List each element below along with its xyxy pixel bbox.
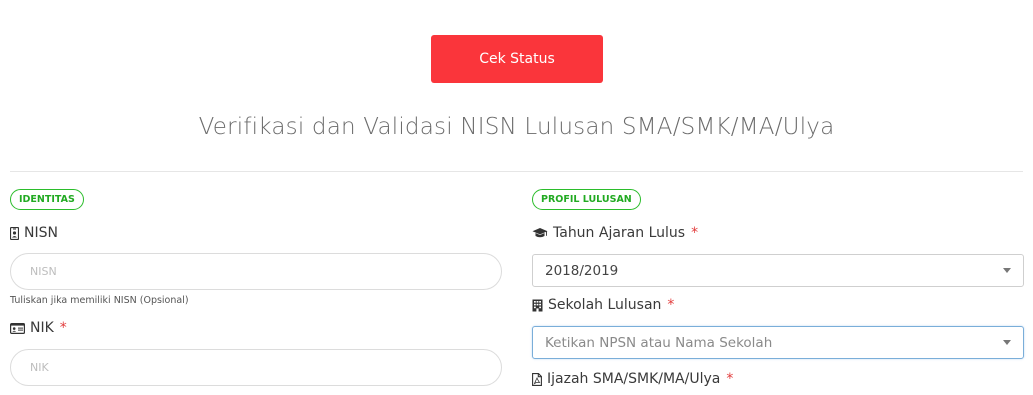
graduation-cap-icon — [532, 227, 548, 239]
ijazah-label-text: Ijazah SMA/SMK/MA/Ulya — [547, 371, 721, 387]
nisn-placeholder: NISN — [30, 265, 57, 278]
chevron-down-icon — [1003, 340, 1011, 345]
id-card-icon — [10, 322, 25, 334]
chevron-down-icon — [1003, 268, 1011, 273]
divider — [10, 171, 1023, 172]
nisn-helper-text: Tuliskan jika memiliki NISN (Opsional) — [10, 295, 189, 306]
required-marker: * — [667, 297, 675, 313]
ijazah-label: Ijazah SMA/SMK/MA/Ulya * — [532, 371, 733, 387]
sekolah-lulusan-placeholder: Ketikan NPSN atau Nama Sekolah — [545, 334, 773, 351]
identitas-badge: IDENTITAS — [10, 189, 84, 210]
nik-input[interactable]: NIK — [10, 349, 502, 386]
required-marker: * — [726, 371, 734, 387]
id-badge-icon — [10, 226, 19, 240]
nisn-input[interactable]: NISN — [10, 253, 502, 290]
nik-label: NIK * — [10, 320, 67, 336]
nik-label-text: NIK — [30, 320, 54, 336]
tahun-ajaran-label-text: Tahun Ajaran Lulus — [553, 225, 686, 241]
building-icon — [532, 299, 543, 312]
cek-status-button[interactable]: Cek Status — [431, 35, 603, 83]
sekolah-lulusan-label: Sekolah Lulusan * — [532, 297, 674, 313]
page-title: Verifikasi dan Validasi NISN Lulusan SMA… — [198, 114, 835, 140]
required-marker: * — [59, 320, 67, 336]
nisn-label-text: NISN — [24, 225, 58, 241]
tahun-ajaran-value: 2018/2019 — [545, 262, 619, 279]
nik-placeholder: NIK — [30, 361, 49, 374]
tahun-ajaran-label: Tahun Ajaran Lulus * — [532, 225, 698, 241]
profil-lulusan-badge: PROFIL LULUSAN — [532, 189, 641, 210]
required-marker: * — [691, 225, 699, 241]
nisn-label: NISN — [10, 225, 58, 241]
file-pdf-icon — [532, 372, 542, 386]
sekolah-lulusan-select[interactable]: Ketikan NPSN atau Nama Sekolah — [532, 326, 1024, 359]
tahun-ajaran-select[interactable]: 2018/2019 — [532, 254, 1024, 287]
sekolah-lulusan-label-text: Sekolah Lulusan — [548, 297, 662, 313]
